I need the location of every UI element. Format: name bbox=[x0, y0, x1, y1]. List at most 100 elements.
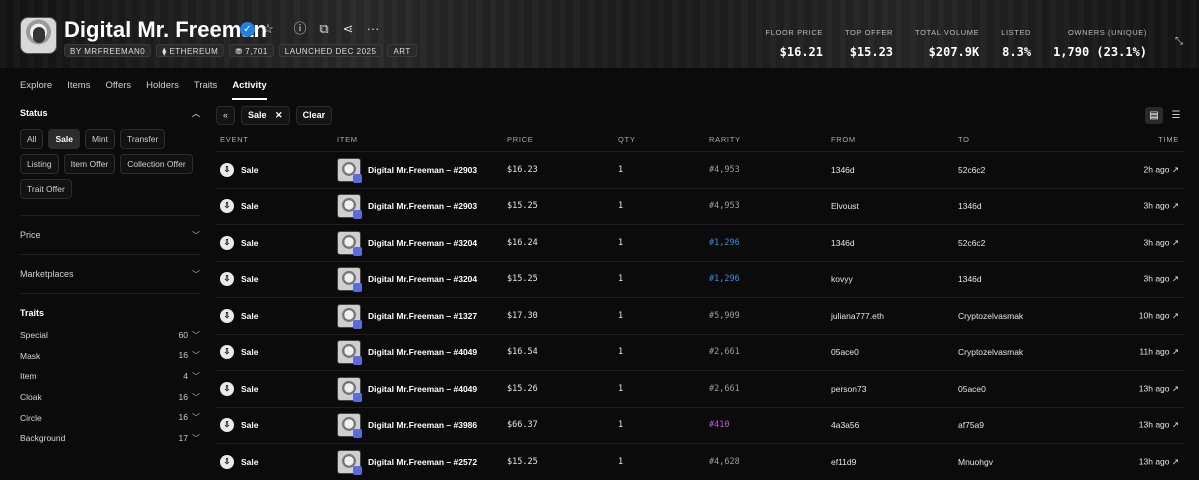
item-thumbnail[interactable] bbox=[337, 376, 362, 402]
table-row[interactable]: ⇩ Sale Digital Mr.Freeman – #3204 $15.25 1 #1… bbox=[216, 260, 1183, 298]
price-section-header[interactable]: Price ﹀ bbox=[20, 216, 200, 254]
item-thumbnail[interactable] bbox=[337, 230, 362, 256]
time-link[interactable]: 13h ago ↗ bbox=[1139, 420, 1179, 431]
to-address-link[interactable]: Cryptozelvasmak bbox=[958, 347, 1023, 357]
time-link[interactable]: 3h ago ↗ bbox=[1144, 237, 1179, 248]
tab-traits[interactable]: Traits bbox=[194, 80, 217, 100]
item-name-link[interactable]: Digital Mr.Freeman – #4049 bbox=[368, 384, 477, 394]
to-address-link[interactable]: Mnuohgv bbox=[958, 457, 993, 467]
table-row[interactable]: ⇩ Sale Digital Mr.Freeman – #3204 $16.24 1 #1… bbox=[216, 224, 1183, 261]
item-name-link[interactable]: Digital Mr.Freeman – #2572 bbox=[368, 457, 477, 467]
from-address-link[interactable]: person73 bbox=[831, 384, 866, 394]
trait-row[interactable]: Cloak 16 ﹀ bbox=[20, 387, 200, 408]
table-row[interactable]: ⇩ Sale Digital Mr.Freeman – #4049 $15.26 1 #2… bbox=[216, 370, 1183, 407]
time-link[interactable]: 11h ago ↗ bbox=[1139, 347, 1179, 358]
item-name-link[interactable]: Digital Mr.Freeman – #4049 bbox=[368, 347, 477, 357]
table-row[interactable]: ⇩ Sale Digital Mr.Freeman – #2903 $15.25 1 #4… bbox=[216, 187, 1183, 225]
tab-activity[interactable]: Activity bbox=[232, 80, 267, 100]
table-view-icon[interactable]: ▤ bbox=[1145, 107, 1163, 124]
clear-filters-button[interactable]: Clear bbox=[295, 106, 333, 125]
status-filter-transfer[interactable]: Transfer bbox=[120, 129, 166, 149]
column-header-rarity[interactable]: RARITY bbox=[709, 135, 741, 144]
from-address-link[interactable]: Elvoust bbox=[831, 201, 859, 211]
active-filter-chip[interactable]: Sale ✕ bbox=[241, 106, 290, 125]
trait-row[interactable]: Mask 16 ﹀ bbox=[20, 346, 200, 367]
time-link[interactable]: 3h ago ↗ bbox=[1144, 201, 1179, 212]
status-filter-listing[interactable]: Listing bbox=[20, 154, 59, 174]
from-address-link[interactable]: 1346d bbox=[831, 238, 855, 248]
collection-chip[interactable]: BY MRFREEMAN0 bbox=[64, 44, 152, 57]
table-row[interactable]: ⇩ Sale Digital Mr.Freeman – #2903 $16.23 1 #4… bbox=[216, 151, 1183, 188]
close-icon[interactable]: ✕ bbox=[275, 110, 283, 120]
item-thumbnail[interactable] bbox=[337, 413, 362, 439]
from-address-link[interactable]: 1346d bbox=[831, 165, 855, 175]
item-name-link[interactable]: Digital Mr.Freeman – #3204 bbox=[368, 238, 477, 248]
table-row[interactable]: ⇩ Sale Digital Mr.Freeman – #3986 $66.37 1 #4… bbox=[216, 406, 1183, 444]
status-filter-all[interactable]: All bbox=[20, 129, 44, 149]
time-link[interactable]: 3h ago ↗ bbox=[1144, 274, 1179, 285]
from-address-link[interactable]: 4a3a56 bbox=[831, 420, 859, 430]
collapse-sidebar-button[interactable]: « bbox=[216, 106, 236, 125]
to-address-link[interactable]: 52c6c2 bbox=[958, 238, 985, 248]
time-link[interactable]: 13h ago ↗ bbox=[1139, 456, 1179, 467]
table-row[interactable]: ⇩ Sale Digital Mr.Freeman – #2572 $15.25 1 #4… bbox=[216, 443, 1183, 480]
time-link[interactable]: 13h ago ↗ bbox=[1139, 383, 1179, 394]
stat-value: $207.9K bbox=[928, 45, 980, 59]
status-filter-sale[interactable]: Sale bbox=[48, 129, 80, 149]
trait-row[interactable]: Background 17 ﹀ bbox=[20, 428, 200, 449]
share-icon[interactable]: ⋖ bbox=[340, 21, 356, 37]
status-filter-trait-offer[interactable]: Trait Offer bbox=[20, 179, 72, 199]
column-header-to[interactable]: TO bbox=[958, 135, 970, 144]
tab-items[interactable]: Items bbox=[67, 80, 90, 100]
star-icon[interactable]: ☆ bbox=[260, 21, 276, 37]
from-address-link[interactable]: kovyy bbox=[831, 274, 853, 284]
item-thumbnail[interactable] bbox=[337, 303, 362, 329]
item-name-link[interactable]: Digital Mr.Freeman – #2903 bbox=[368, 201, 477, 211]
column-header-time[interactable]: TIME bbox=[1158, 135, 1179, 144]
to-address-link[interactable]: 05ace0 bbox=[958, 384, 986, 394]
column-header-item[interactable]: ITEM bbox=[337, 135, 358, 144]
status-filter-mint[interactable]: Mint bbox=[84, 129, 116, 149]
more-icon[interactable]: ··· bbox=[365, 21, 381, 37]
marketplaces-section-header[interactable]: Marketplaces ﹀ bbox=[20, 255, 200, 293]
item-thumbnail[interactable] bbox=[337, 267, 362, 293]
item-thumbnail[interactable] bbox=[337, 194, 362, 220]
to-address-link[interactable]: 1346d bbox=[958, 201, 982, 211]
to-address-link[interactable]: 52c6c2 bbox=[958, 165, 985, 175]
tab-offers[interactable]: Offers bbox=[105, 80, 131, 100]
item-thumbnail[interactable] bbox=[337, 157, 362, 183]
copy-icon[interactable]: ⧉ bbox=[316, 21, 332, 37]
from-address-link[interactable]: ef11d9 bbox=[831, 457, 856, 467]
status-section-header[interactable]: Status ︿ bbox=[20, 101, 200, 125]
collapse-header-icon[interactable]: ⤡ bbox=[1175, 36, 1183, 47]
item-thumbnail[interactable] bbox=[337, 449, 362, 475]
to-address-link[interactable]: 1346d bbox=[958, 274, 982, 284]
item-name-link[interactable]: Digital Mr.Freeman – #1327 bbox=[368, 311, 477, 321]
trait-row[interactable]: Item 4 ﹀ bbox=[20, 366, 200, 387]
column-header-price[interactable]: PRICE bbox=[507, 135, 533, 144]
trait-row[interactable]: Special 60 ﹀ bbox=[20, 325, 200, 346]
column-header-event[interactable]: EVENT bbox=[220, 135, 249, 144]
column-header-qty[interactable]: QTY bbox=[618, 135, 636, 144]
tab-explore[interactable]: Explore bbox=[20, 80, 52, 100]
list-view-icon[interactable]: ☰ bbox=[1167, 107, 1185, 124]
table-row[interactable]: ⇩ Sale Digital Mr.Freeman – #4049 $16.54 1 #2… bbox=[216, 333, 1183, 371]
table-row[interactable]: ⇩ Sale Digital Mr.Freeman – #1327 $17.30 1 #5… bbox=[216, 297, 1183, 334]
column-header-from[interactable]: FROM bbox=[831, 135, 856, 144]
trait-name: Background bbox=[20, 433, 66, 444]
to-address-link[interactable]: af75a9 bbox=[958, 420, 984, 430]
item-thumbnail[interactable] bbox=[337, 340, 362, 366]
from-address-link[interactable]: 05ace0 bbox=[831, 347, 859, 357]
tab-holders[interactable]: Holders bbox=[146, 80, 179, 100]
status-filter-collection-offer[interactable]: Collection Offer bbox=[120, 154, 193, 174]
info-icon[interactable]: ⓘ bbox=[292, 21, 308, 37]
item-name-link[interactable]: Digital Mr.Freeman – #3204 bbox=[368, 274, 477, 284]
trait-row[interactable]: Circle 16 ﹀ bbox=[20, 407, 200, 428]
from-address-link[interactable]: juliana777.eth bbox=[831, 311, 884, 321]
status-filter-item-offer[interactable]: Item Offer bbox=[63, 154, 116, 174]
time-link[interactable]: 10h ago ↗ bbox=[1139, 310, 1179, 321]
item-name-link[interactable]: Digital Mr.Freeman – #2903 bbox=[368, 165, 477, 175]
to-address-link[interactable]: Cryptozelvasmak bbox=[958, 311, 1023, 321]
time-link[interactable]: 2h ago ↗ bbox=[1144, 164, 1179, 175]
item-name-link[interactable]: Digital Mr.Freeman – #3986 bbox=[368, 420, 477, 430]
